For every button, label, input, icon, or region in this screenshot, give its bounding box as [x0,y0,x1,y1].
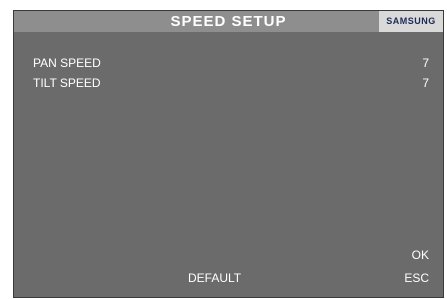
ok-button[interactable]: OK [412,247,429,263]
brand-logo: SAMSUNG [379,11,443,32]
esc-button[interactable]: ESC [404,270,429,286]
default-button[interactable]: DEFAULT [188,270,241,286]
tilt-speed-value[interactable]: 7 [422,75,429,91]
title-bar: SPEED SETUP SAMSUNG [14,11,443,32]
tilt-speed-label: TILT SPEED [33,76,101,90]
brand-label: SAMSUNG [386,16,436,26]
menu-item-tilt-speed[interactable]: TILT SPEED 7 [33,75,429,91]
speed-setup-menu: SPEED SETUP SAMSUNG PAN SPEED 7 TILT SPE… [13,10,444,298]
pan-speed-label: PAN SPEED [33,56,101,70]
menu-item-pan-speed[interactable]: PAN SPEED 7 [33,55,429,71]
pan-speed-value[interactable]: 7 [422,55,429,71]
